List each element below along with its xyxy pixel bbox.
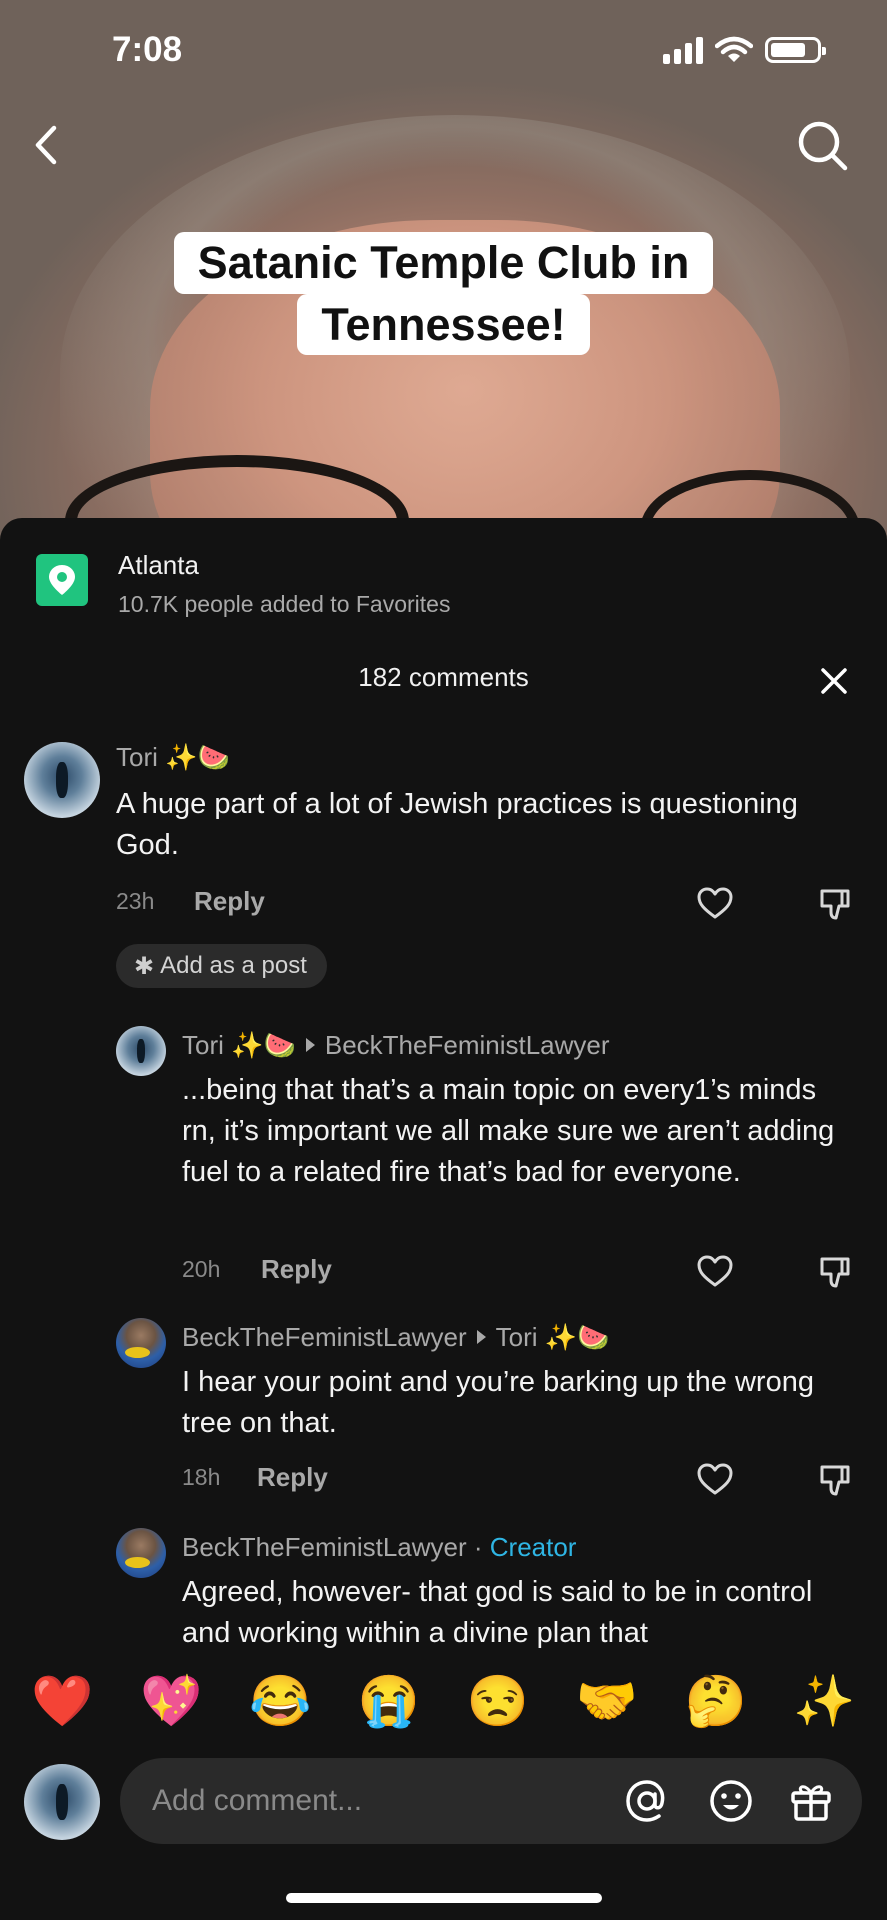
gift-icon[interactable] <box>788 1778 834 1824</box>
place-banner[interactable]: Atlanta 10.7K people added to Favorites <box>36 550 451 618</box>
dislike-icon[interactable] <box>818 1462 854 1498</box>
reply-target[interactable]: Tori ✨🍉 <box>496 1322 610 1352</box>
reply-target[interactable]: BeckTheFeministLawyer <box>325 1030 610 1060</box>
comment-text: ...being that that’s a main topic on eve… <box>182 1074 835 1188</box>
back-icon[interactable] <box>26 120 66 170</box>
status-icons <box>663 36 826 64</box>
reply-button[interactable]: Reply <box>261 1254 332 1285</box>
my-avatar <box>24 1764 100 1840</box>
comment-time: 20h <box>182 1256 221 1282</box>
avatar[interactable] <box>116 1528 166 1578</box>
emoji-sparkling-heart[interactable]: 💖 <box>140 1676 202 1726</box>
avatar[interactable] <box>24 742 100 818</box>
emoji-sparkles[interactable]: ✨ <box>793 1676 855 1726</box>
comment-username[interactable]: BeckTheFeministLawyer Tori ✨🍉 <box>182 1322 610 1353</box>
video-player[interactable]: 7:08 Satanic Temple Club in Tennessee! <box>0 0 887 540</box>
comment-author[interactable]: BeckTheFeministLawyer <box>182 1532 467 1562</box>
emoji-picker-icon[interactable] <box>708 1778 754 1824</box>
comment-username[interactable]: BeckTheFeministLawyer · Creator <box>182 1532 576 1563</box>
like-heart-icon[interactable] <box>696 886 734 920</box>
add-as-post-label: Add as a post <box>160 952 307 979</box>
add-as-post-button[interactable]: ✱ Add as a post <box>116 944 327 988</box>
dislike-icon[interactable] <box>818 886 854 922</box>
like-heart-icon[interactable] <box>696 1254 734 1288</box>
battery-icon <box>765 37 826 63</box>
reply-author[interactable]: BeckTheFeministLawyer <box>182 1322 467 1352</box>
comment-username[interactable]: Tori ✨🍉 BeckTheFeministLawyer <box>182 1030 610 1061</box>
caption-line-1: Satanic Temple Club in <box>173 232 714 294</box>
reply-author[interactable]: Tori ✨🍉 <box>182 1030 296 1060</box>
name-separator: · <box>466 1532 490 1562</box>
emoji-crying[interactable]: 😭 <box>358 1676 420 1726</box>
comment-time: 23h <box>116 888 155 914</box>
avatar[interactable] <box>116 1026 166 1076</box>
emoji-thinking[interactable]: 🤔 <box>685 1676 747 1726</box>
emoji-heart[interactable]: ❤️ <box>31 1676 93 1726</box>
reply-arrow-icon <box>305 1038 315 1052</box>
reply-arrow-icon <box>476 1330 486 1344</box>
dislike-icon[interactable] <box>818 1254 854 1290</box>
place-name: Atlanta <box>118 550 199 580</box>
caption-line-2: Tennessee! <box>297 293 590 355</box>
comment-time: 18h <box>182 1464 221 1490</box>
reply-button[interactable]: Reply <box>194 886 265 917</box>
reply-button[interactable]: Reply <box>257 1462 328 1493</box>
mention-icon[interactable] <box>624 1778 670 1824</box>
wifi-icon <box>715 36 753 62</box>
home-indicator <box>286 1893 602 1903</box>
emoji-handshake[interactable]: 🤝 <box>576 1676 638 1726</box>
place-favorites-count: 10.7K people added to Favorites <box>118 591 451 617</box>
avatar[interactable] <box>116 1318 166 1368</box>
sparkle-icon: ✱ <box>134 952 155 980</box>
comment-input[interactable]: Add comment... <box>120 1758 862 1844</box>
comment-text: I hear your point and you’re barking up … <box>182 1366 814 1439</box>
comment-text: A huge part of a lot of Jewish practices… <box>116 788 798 861</box>
emoji-unamused[interactable]: 😒 <box>467 1676 529 1726</box>
comments-count: 182 comments <box>358 662 529 692</box>
comment-username[interactable]: Tori ✨🍉 <box>116 742 230 773</box>
comment-input-placeholder: Add comment... <box>152 1784 363 1817</box>
video-caption: Satanic Temple Club in Tennessee! <box>0 232 887 355</box>
search-icon[interactable] <box>795 118 851 174</box>
signal-icon <box>663 36 703 64</box>
status-time: 7:08 <box>112 30 183 69</box>
location-pin-icon <box>36 554 88 606</box>
comment-text: Agreed, however- that god is said to be … <box>182 1576 813 1649</box>
emoji-laughing[interactable]: 😂 <box>249 1676 311 1726</box>
quick-emoji-bar: ❤️ 💖 😂 😭 😒 🤝 🤔 ✨ <box>0 1656 887 1746</box>
creator-badge: Creator <box>489 1532 577 1562</box>
close-icon[interactable] <box>815 662 853 700</box>
like-heart-icon[interactable] <box>696 1462 734 1496</box>
